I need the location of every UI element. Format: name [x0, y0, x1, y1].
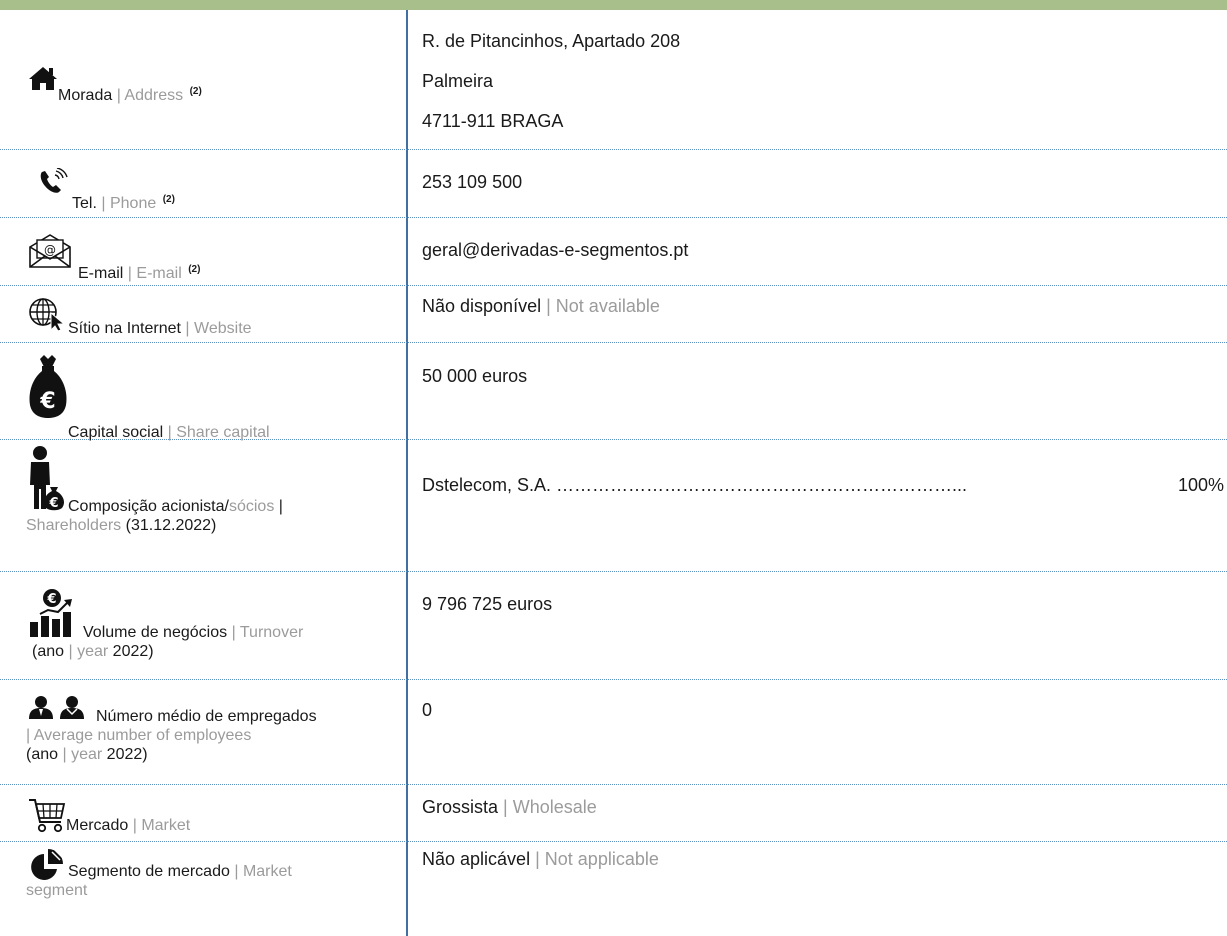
- row-employees: Número médio de empregados | Average num…: [0, 680, 1227, 785]
- label-employees: Número médio de empregados | Average num…: [26, 708, 317, 763]
- label-market-segment: Segmento de mercado | Market segment: [26, 863, 292, 899]
- address-line-2: Palmeira: [422, 71, 494, 91]
- row-share-capital: € Capital social | Share capital 50 000 …: [0, 343, 1227, 441]
- label-email: E-mail | E-mail (2): [78, 264, 201, 282]
- value-address: R. de Pitancinhos, Apartado 208 Palmeira…: [422, 31, 1227, 132]
- row-address: Morada | Address (2) R. de Pitancinhos, …: [0, 10, 1227, 150]
- top-accent-bar: [0, 0, 1227, 10]
- row-turnover: € Volume de negócios | Turnover (ano | y…: [0, 572, 1227, 680]
- value-email[interactable]: geral@derivadas-e-segmentos.pt: [422, 240, 1227, 261]
- phone-icon: [40, 168, 68, 193]
- label-shareholders: Composição acionista/sócios | Shareholde…: [26, 498, 283, 534]
- address-line-1: R. de Pitancinhos, Apartado 208: [422, 31, 681, 51]
- row-email: @ E-mail | E-mail (2) geral@derivadas-e-…: [0, 218, 1227, 286]
- svg-text:€: €: [46, 592, 56, 607]
- label-turnover: Volume de negócios | Turnover (ano | yea…: [32, 624, 304, 660]
- shareholder-leader-dots: …………………………………………………………...: [556, 475, 968, 495]
- value-shareholders: Dstelecom, S.A. …………………………………………………………..…: [422, 475, 1227, 496]
- row-shareholders: € Composição acionista/sócios | Sharehol…: [0, 440, 1227, 572]
- value-market: Grossista | Wholesale: [422, 797, 597, 817]
- label-address: Morada | Address (2): [58, 86, 202, 104]
- shopping-cart-icon: [29, 799, 66, 833]
- mail-icon: @: [29, 234, 71, 268]
- row-market: Mercado | Market Grossista | Wholesale: [0, 785, 1227, 842]
- value-turnover: 9 796 725 euros: [422, 594, 553, 614]
- shareholder-name: Dstelecom, S.A.: [422, 475, 557, 495]
- label-market: Mercado | Market: [66, 817, 191, 834]
- globe-cursor-icon: [29, 298, 66, 331]
- value-market-segment: Não aplicável | Not applicable: [422, 849, 659, 869]
- money-bag-euro-icon: €: [29, 355, 67, 418]
- label-phone: Tel. | Phone (2): [72, 194, 175, 212]
- address-line-3: 4711-911 BRAGA: [422, 111, 564, 131]
- home-icon: [29, 67, 57, 90]
- row-market-segment: Segmento de mercado | Market segment Não…: [0, 842, 1227, 936]
- svg-text:@: @: [44, 243, 56, 257]
- value-phone: 253 109 500: [422, 172, 523, 192]
- value-employees: 0: [422, 700, 433, 720]
- row-website: Sítio na Internet | Website Não disponív…: [0, 286, 1227, 343]
- label-website: Sítio na Internet | Website: [68, 320, 252, 337]
- shareholder-percentage: 100%: [1177, 475, 1224, 495]
- row-phone: Tel. | Phone (2) 253 109 500: [0, 150, 1227, 218]
- value-share-capital: 50 000 euros: [422, 366, 528, 386]
- svg-text:€: €: [39, 389, 55, 414]
- value-website: Não disponível | Not available: [422, 296, 660, 316]
